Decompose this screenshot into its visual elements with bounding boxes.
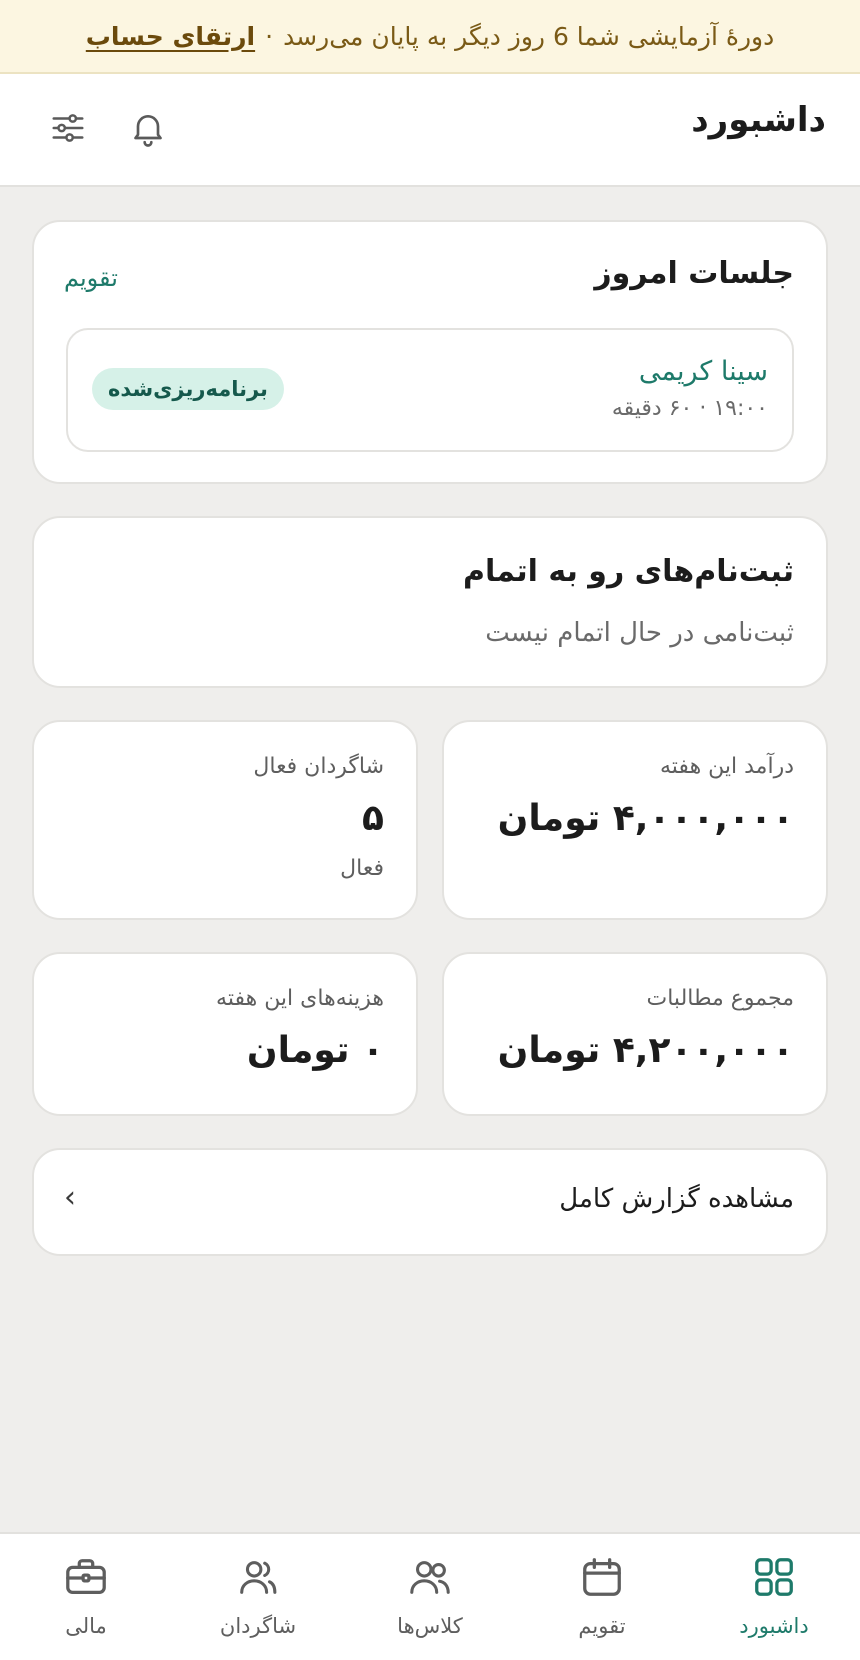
sliders-icon	[52, 114, 84, 142]
enrollments-empty-text: ثبت‌نامی در حال اتمام نیست	[485, 618, 794, 648]
app-header: داشبورد	[0, 74, 860, 187]
classes-icon	[410, 1561, 450, 1594]
nav-label: کلاس‌ها	[397, 1614, 463, 1638]
stat-label: شاگردان فعال	[253, 754, 384, 779]
chevron-icon: ›	[64, 1180, 76, 1215]
nav-item-students[interactable]: شاگردان	[172, 1534, 344, 1660]
upgrade-account-link[interactable]: ارتقای حساب	[86, 22, 255, 51]
weekly-income-card: درآمد این هفته ۴,۰۰۰,۰۰۰ تومان	[442, 720, 828, 920]
enrollments-title: ثبت‌نام‌های رو به اتمام	[463, 554, 794, 589]
stat-value: ۴,۲۰۰,۰۰۰ تومان	[497, 1030, 794, 1071]
nav-label: مالی	[65, 1614, 107, 1638]
stat-label: مجموع مطالبات	[646, 986, 794, 1011]
sessions-title: جلسات امروز	[594, 256, 794, 291]
expiring-enrollments-card: ثبت‌نام‌های رو به اتمام ثبت‌نامی در حال …	[32, 516, 828, 688]
stat-value: ۵	[362, 798, 384, 839]
full-report-button[interactable]: مشاهده گزارش کامل ›	[32, 1148, 828, 1256]
stat-label: هزینه‌های این هفته	[216, 986, 384, 1011]
report-label: مشاهده گزارش کامل	[559, 1184, 794, 1214]
banner-separator: ·	[265, 21, 274, 51]
nav-label: تقویم	[578, 1614, 626, 1638]
status-badge: برنامه‌ریزی‌شده	[92, 368, 284, 410]
notifications-button[interactable]	[118, 98, 178, 158]
nav-label: شاگردان	[219, 1614, 297, 1638]
bottom-nav: داشبورد تقویم کلاس‌ها شاگردان	[0, 1532, 860, 1660]
stat-value: ۴,۰۰۰,۰۰۰ تومان	[497, 798, 794, 839]
nav-item-calendar[interactable]: تقویم	[516, 1534, 688, 1660]
finance-icon	[66, 1559, 106, 1594]
bell-icon	[134, 115, 162, 147]
page-title: داشبورد	[691, 100, 826, 140]
today-sessions-card: جلسات امروز تقویم سینا کریمی ۱۹:۰۰ · ۶۰ …	[32, 220, 828, 484]
session-time: ۱۹:۰۰ · ۶۰ دقیقه	[611, 396, 768, 421]
session-item[interactable]: سینا کریمی ۱۹:۰۰ · ۶۰ دقیقه برنامه‌ریزی‌…	[66, 328, 794, 452]
active-students-card: شاگردان فعال ۵ فعال	[32, 720, 418, 920]
nav-label: داشبورد	[739, 1614, 809, 1638]
trial-message: دورهٔ آزمایشی شما 6 روز دیگر به پایان می…	[283, 21, 775, 51]
calendar-icon	[583, 1558, 621, 1596]
nav-item-classes[interactable]: کلاس‌ها	[344, 1534, 516, 1660]
calendar-link[interactable]: تقویم	[64, 264, 118, 292]
stat-sub-label: فعال	[340, 856, 384, 881]
nav-item-dashboard[interactable]: داشبورد	[688, 1534, 860, 1660]
total-claims-card: مجموع مطالبات ۴,۲۰۰,۰۰۰ تومان	[442, 952, 828, 1116]
settings-button[interactable]	[38, 98, 98, 158]
trial-banner: دورهٔ آزمایشی شما 6 روز دیگر به پایان می…	[0, 0, 860, 74]
students-icon	[240, 1561, 277, 1594]
nav-item-finance[interactable]: مالی	[0, 1534, 172, 1660]
weekly-expenses-card: هزینه‌های این هفته ۰ تومان	[32, 952, 418, 1116]
session-student-name: سینا کریمی	[638, 356, 768, 387]
dashboard-icon	[755, 1558, 793, 1596]
stat-value: ۰ تومان	[246, 1030, 384, 1071]
stat-label: درآمد این هفته	[660, 754, 794, 779]
